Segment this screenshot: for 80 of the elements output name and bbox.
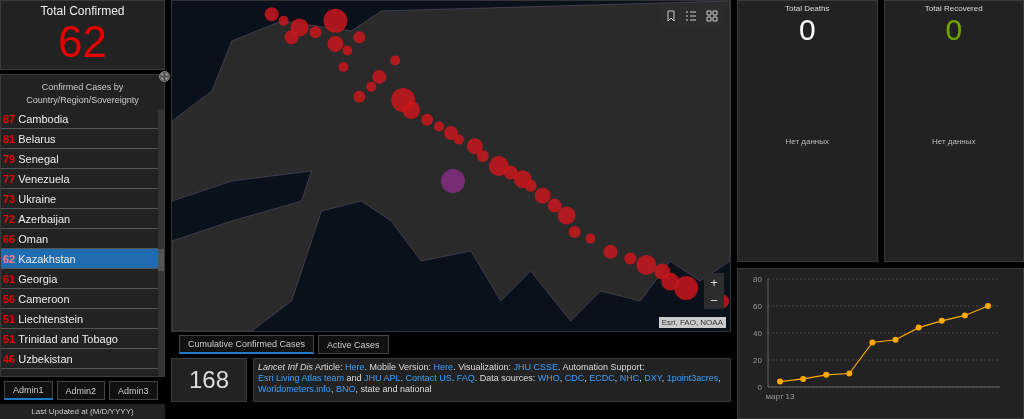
case-count: 56: [3, 292, 16, 305]
no-data-label: Нет данных: [931, 137, 976, 146]
info-link[interactable]: ECDC: [589, 373, 615, 383]
last-updated-label: Last Updated at (M/D/YYYY): [0, 404, 165, 419]
info-link[interactable]: FAQ: [456, 373, 475, 383]
data-point: [938, 317, 945, 324]
admin-tab[interactable]: Admin3: [109, 381, 158, 400]
country-name: Cameroon: [18, 292, 70, 305]
zoom-button[interactable]: +: [704, 273, 724, 291]
info-link[interactable]: JHU CSSE: [513, 362, 558, 372]
data-point: [800, 375, 807, 382]
info-link[interactable]: Contact US: [405, 373, 452, 383]
case-count: 66: [3, 232, 16, 245]
list-icon[interactable]: [685, 10, 697, 22]
list-title: Confirmed Cases by Country/Region/Sovereignty: [25, 81, 140, 107]
case-count: 46: [3, 352, 16, 365]
data-point: [985, 303, 991, 309]
data-point: [777, 378, 783, 385]
case-count: 62: [3, 252, 16, 265]
card-title: Total Confirmed: [40, 4, 125, 18]
scrollbar[interactable]: [158, 109, 164, 376]
country-name: Oman: [18, 232, 49, 245]
info-link[interactable]: Here: [433, 362, 454, 372]
case-count: 73: [3, 192, 16, 205]
info-link[interactable]: WHO: [537, 373, 560, 383]
case-count: 87: [3, 112, 16, 125]
country-count: 168: [188, 366, 229, 394]
info-link[interactable]: Esri Living Atlas team: [258, 373, 345, 383]
country-name: Kazakhstan: [18, 252, 76, 265]
data-point: [846, 370, 853, 377]
country-name: Trinidad and Tobago: [18, 332, 118, 345]
map-tab[interactable]: Cumulative Confirmed Cases: [179, 335, 315, 354]
case-count: 81: [3, 132, 16, 145]
info-link[interactable]: JHU APL: [364, 373, 401, 383]
data-point: [961, 312, 968, 319]
country-name: Georgia: [18, 272, 58, 285]
expand-icon[interactable]: [159, 71, 170, 82]
data-point: [869, 339, 876, 346]
country-name: Liechtenstein: [18, 312, 84, 325]
country-name: Senegal: [18, 152, 59, 165]
case-count: 79: [3, 152, 16, 165]
y-tick-label: 40: [753, 329, 762, 338]
grid-icon[interactable]: [706, 10, 718, 22]
card-title: Total Recovered: [924, 4, 983, 13]
country-name: Ukraine: [18, 192, 57, 205]
map-attribution: Esri, FAO, NOAA: [658, 317, 726, 328]
info-link[interactable]: Here: [345, 362, 365, 372]
info-paragraph: Lancet Inf Dis Article: Here. Mobile Version: Here. Visualization: JHU CSSE. Automation Support: Esri Living Atlas team and JHU APL. Contact US. FAQ. Data sources: WHO, CDC, ECDC, NHC, DXY, 1point3acres, Worldometers.info, BNO, state and national: [253, 358, 731, 402]
data-point: [823, 371, 830, 378]
info-link[interactable]: DXY: [644, 373, 662, 383]
case-count: 72: [3, 212, 16, 225]
case-count: 51: [3, 332, 16, 345]
no-data-label: Нет данных: [785, 137, 830, 146]
map-tab[interactable]: Active Cases: [318, 335, 389, 354]
info-link[interactable]: Worldometers.info: [258, 384, 331, 394]
y-tick-label: 0: [757, 383, 762, 392]
country-name: Venezuela: [18, 172, 70, 185]
country-row[interactable]: 62 Kazakhstan: [1, 249, 158, 269]
bookmark-icon[interactable]: [666, 10, 676, 22]
case-count: 61: [3, 272, 16, 285]
scrollbar-thumb[interactable]: [158, 249, 164, 271]
card-title: Total Deaths: [785, 4, 830, 13]
country-name: Uzbekistan: [18, 352, 73, 365]
case-count: 77: [3, 172, 16, 185]
recovered-count: 0: [945, 13, 963, 47]
admin-tab[interactable]: Admin2: [56, 381, 106, 400]
country-name: Cambodia: [18, 112, 69, 125]
data-point: [892, 336, 899, 343]
data-point: [915, 324, 922, 331]
zoom-button[interactable]: −: [704, 291, 724, 309]
admin-tab[interactable]: Admin1: [4, 381, 53, 400]
case-count: 51: [3, 312, 16, 325]
deaths-count: 0: [798, 13, 816, 47]
y-tick-label: 60: [753, 302, 762, 311]
country-name: Belarus: [18, 132, 56, 145]
y-tick-label: 80: [753, 275, 762, 284]
y-tick-label: 20: [753, 356, 762, 365]
confirmed-count: 62: [58, 18, 107, 66]
country-name: Azerbaijan: [18, 212, 71, 225]
x-tick-label: март 13: [765, 392, 795, 401]
